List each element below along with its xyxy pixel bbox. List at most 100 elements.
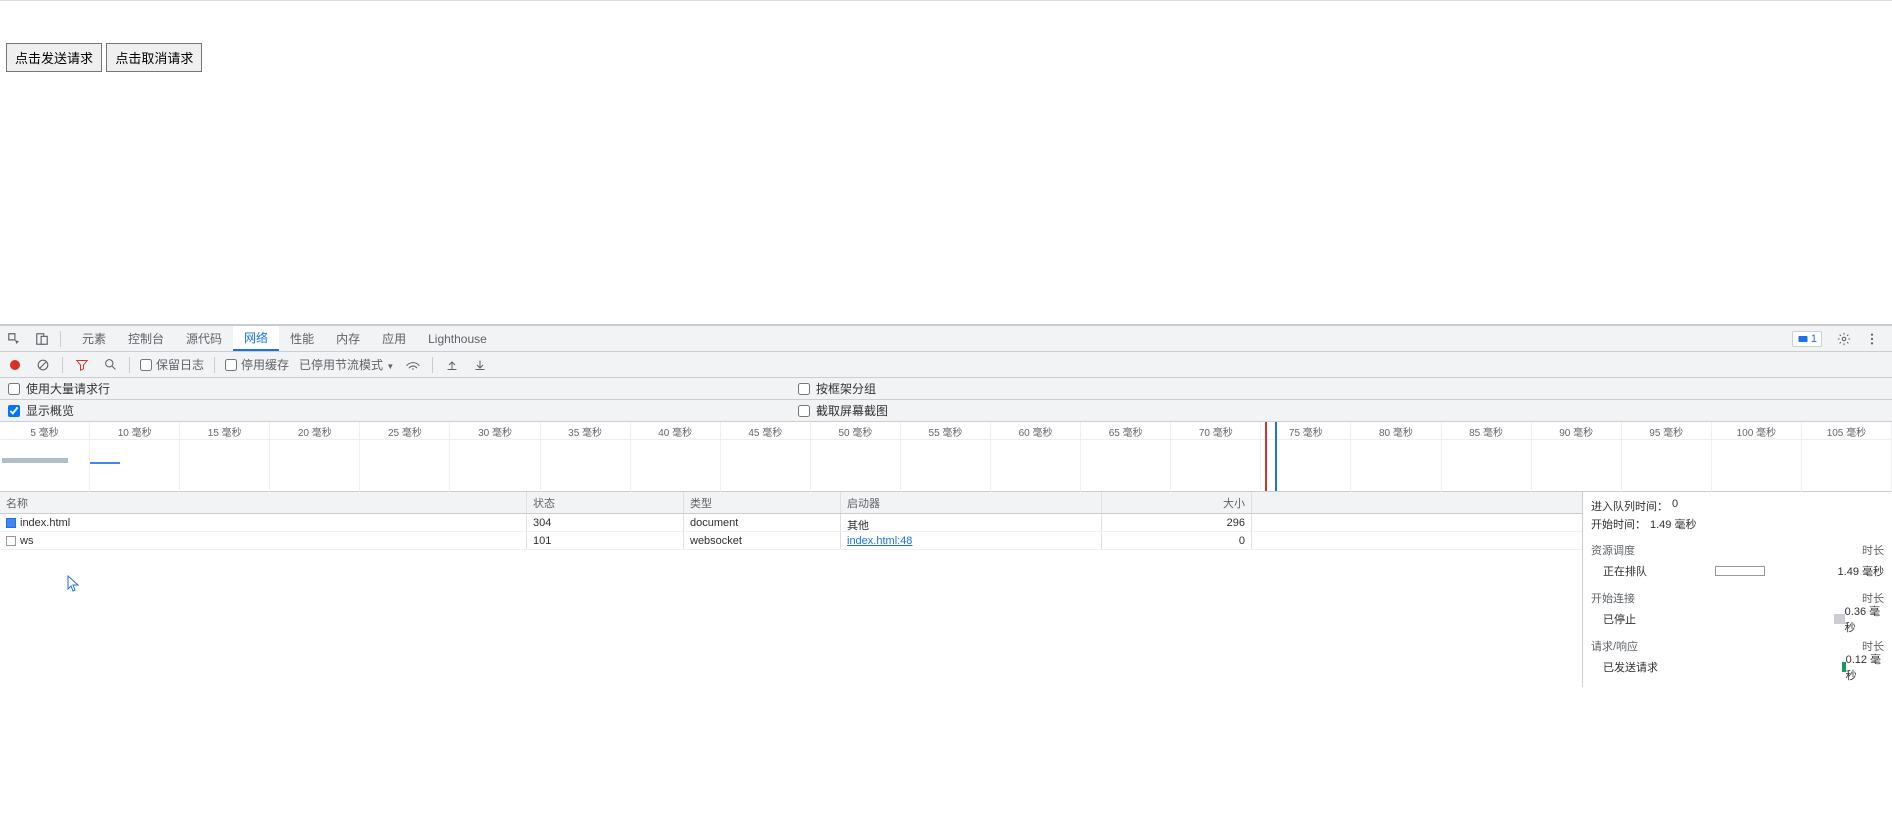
timeline-tick: 15 毫秒 [180, 422, 270, 439]
preserve-log-checkbox[interactable]: 保留日志 [140, 356, 204, 373]
issues-count: 1 [1811, 333, 1817, 345]
import-har-icon[interactable] [443, 356, 461, 374]
table-header-row: 名称 状态 类型 启动器 大小 [0, 492, 1582, 514]
tab-elements[interactable]: 元素 [71, 326, 117, 351]
divider [0, 0, 1892, 1]
timeline-tick: 5 毫秒 [0, 422, 90, 439]
big-rows-label: 使用大量请求行 [26, 380, 110, 397]
throttling-label: 已停用节流模式 [299, 358, 383, 372]
divider [62, 357, 63, 373]
show-overview-checkbox[interactable]: 显示概览 [8, 402, 74, 419]
tab-application[interactable]: 应用 [371, 326, 417, 351]
timeline-tick: 55 毫秒 [901, 422, 991, 439]
timeline-tick: 40 毫秒 [631, 422, 721, 439]
timeline-tick: 80 毫秒 [1351, 422, 1441, 439]
timeline-tick: 60 毫秒 [991, 422, 1081, 439]
timeline-tick: 90 毫秒 [1532, 422, 1622, 439]
export-har-icon[interactable] [471, 356, 489, 374]
network-options-row1: 使用大量请求行 按框架分组 [0, 378, 1892, 400]
devtools-tabs: 元素 控制台 源代码 网络 性能 内存 应用 Lighthouse [71, 326, 498, 351]
timeline-tick: 105 毫秒 [1802, 422, 1892, 439]
network-options-row2: 显示概览 截取屏幕截图 [0, 400, 1892, 422]
timing-bar [1834, 614, 1844, 624]
timing-section-scheduling: 资源调度时长 [1591, 542, 1884, 558]
timeline-tick: 20 毫秒 [270, 422, 360, 439]
timing-started: 开始时间：1.49 毫秒 [1591, 516, 1884, 532]
divider [129, 357, 130, 373]
timing-stalled-label: 已停止 [1591, 611, 1694, 627]
tab-sources[interactable]: 源代码 [175, 326, 233, 351]
divider [432, 357, 433, 373]
tab-lighthouse[interactable]: Lighthouse [417, 326, 498, 351]
group-by-frame-label: 按框架分组 [816, 380, 876, 397]
timeline-tick: 50 毫秒 [811, 422, 901, 439]
timing-sent-value: 0.12 毫秒 [1846, 651, 1884, 683]
cancel-request-button[interactable]: 点击取消请求 [106, 43, 202, 72]
timeline-request-bar [2, 458, 68, 463]
send-request-button[interactable]: 点击发送请求 [6, 43, 102, 72]
page-content: 点击发送请求 点击取消请求 [0, 0, 1892, 325]
disable-cache-checkbox[interactable]: 停用缓存 [225, 356, 289, 373]
gear-icon[interactable] [1830, 332, 1858, 346]
network-body: 名称 状态 类型 启动器 大小 index.html304document其他2… [0, 492, 1892, 687]
tab-memory[interactable]: 内存 [325, 326, 371, 351]
timeline-tick: 70 毫秒 [1171, 422, 1261, 439]
more-icon[interactable] [1858, 332, 1886, 346]
table-body: index.html304document其他296ws101websocket… [0, 514, 1582, 550]
col-header-type[interactable]: 类型 [684, 492, 841, 513]
divider [214, 357, 215, 373]
devtools-tabsbar: 元素 控制台 源代码 网络 性能 内存 应用 Lighthouse 1 [0, 326, 1892, 352]
file-icon [6, 518, 16, 528]
timing-stalled-value: 0.36 毫秒 [1845, 603, 1884, 635]
timeline-tick: 100 毫秒 [1712, 422, 1802, 439]
timeline-labels: 5 毫秒10 毫秒15 毫秒20 毫秒25 毫秒30 毫秒35 毫秒40 毫秒4… [0, 422, 1892, 440]
timeline-tick: 35 毫秒 [541, 422, 631, 439]
record-icon[interactable] [6, 356, 24, 374]
col-header-initiator[interactable]: 启动器 [841, 492, 1102, 513]
table-row[interactable]: ws101websocketindex.html:480 [0, 532, 1582, 550]
preserve-log-label: 保留日志 [156, 356, 204, 373]
timing-section-connection: 开始连接时长 [1591, 590, 1884, 606]
chevron-down-icon: ▼ [386, 362, 394, 371]
col-header-status[interactable]: 状态 [527, 492, 684, 513]
capture-screenshots-label: 截取屏幕截图 [816, 402, 888, 419]
timing-sent-row: 已发送请求 0.12 毫秒 [1591, 658, 1884, 676]
clear-icon[interactable] [34, 356, 52, 374]
timeline-tick: 65 毫秒 [1081, 422, 1171, 439]
timing-sent-label: 已发送请求 [1591, 659, 1692, 675]
timeline-tick: 95 毫秒 [1622, 422, 1712, 439]
timing-queueing-label: 正在排队 [1591, 563, 1711, 579]
show-overview-label: 显示概览 [26, 402, 74, 419]
timing-queueing-row: 正在排队 1.49 毫秒 [1591, 562, 1884, 580]
timing-queueing-value: 1.49 毫秒 [1838, 563, 1884, 579]
network-conditions-icon[interactable] [404, 356, 422, 374]
col-header-name[interactable]: 名称 [0, 492, 527, 513]
group-by-frame-checkbox[interactable]: 按框架分组 [798, 380, 876, 397]
disable-cache-label: 停用缓存 [241, 356, 289, 373]
tab-console[interactable]: 控制台 [117, 326, 175, 351]
tab-network[interactable]: 网络 [233, 326, 279, 351]
network-request-table: 名称 状态 类型 启动器 大小 index.html304document其他2… [0, 492, 1582, 687]
divider [60, 331, 61, 347]
filter-icon[interactable] [73, 356, 91, 374]
timing-stalled-row: 已停止 0.36 毫秒 [1591, 610, 1884, 628]
network-toolbar: 保留日志 停用缓存 已停用节流模式 ▼ [0, 352, 1892, 378]
timeline-tick: 85 毫秒 [1442, 422, 1532, 439]
table-row[interactable]: index.html304document其他296 [0, 514, 1582, 532]
inspect-icon[interactable] [0, 326, 28, 351]
capture-screenshots-checkbox[interactable]: 截取屏幕截图 [798, 402, 888, 419]
devtools-panel: 元素 控制台 源代码 网络 性能 内存 应用 Lighthouse 1 [0, 325, 1892, 687]
timeline-request-bar [90, 462, 120, 464]
timeline-load-marker [1265, 422, 1267, 491]
timeline-tick: 30 毫秒 [450, 422, 540, 439]
timeline-tick: 45 毫秒 [721, 422, 811, 439]
big-rows-checkbox[interactable]: 使用大量请求行 [8, 380, 110, 397]
issues-chip[interactable]: 1 [1792, 331, 1822, 347]
tab-performance[interactable]: 性能 [279, 326, 325, 351]
throttling-dropdown[interactable]: 已停用节流模式 ▼ [299, 356, 394, 373]
device-toggle-icon[interactable] [28, 326, 56, 351]
col-header-size[interactable]: 大小 [1102, 492, 1252, 513]
network-timeline[interactable]: 5 毫秒10 毫秒15 毫秒20 毫秒25 毫秒30 毫秒35 毫秒40 毫秒4… [0, 422, 1892, 492]
timeline-domcontent-marker [1275, 422, 1277, 491]
search-icon[interactable] [101, 356, 119, 374]
